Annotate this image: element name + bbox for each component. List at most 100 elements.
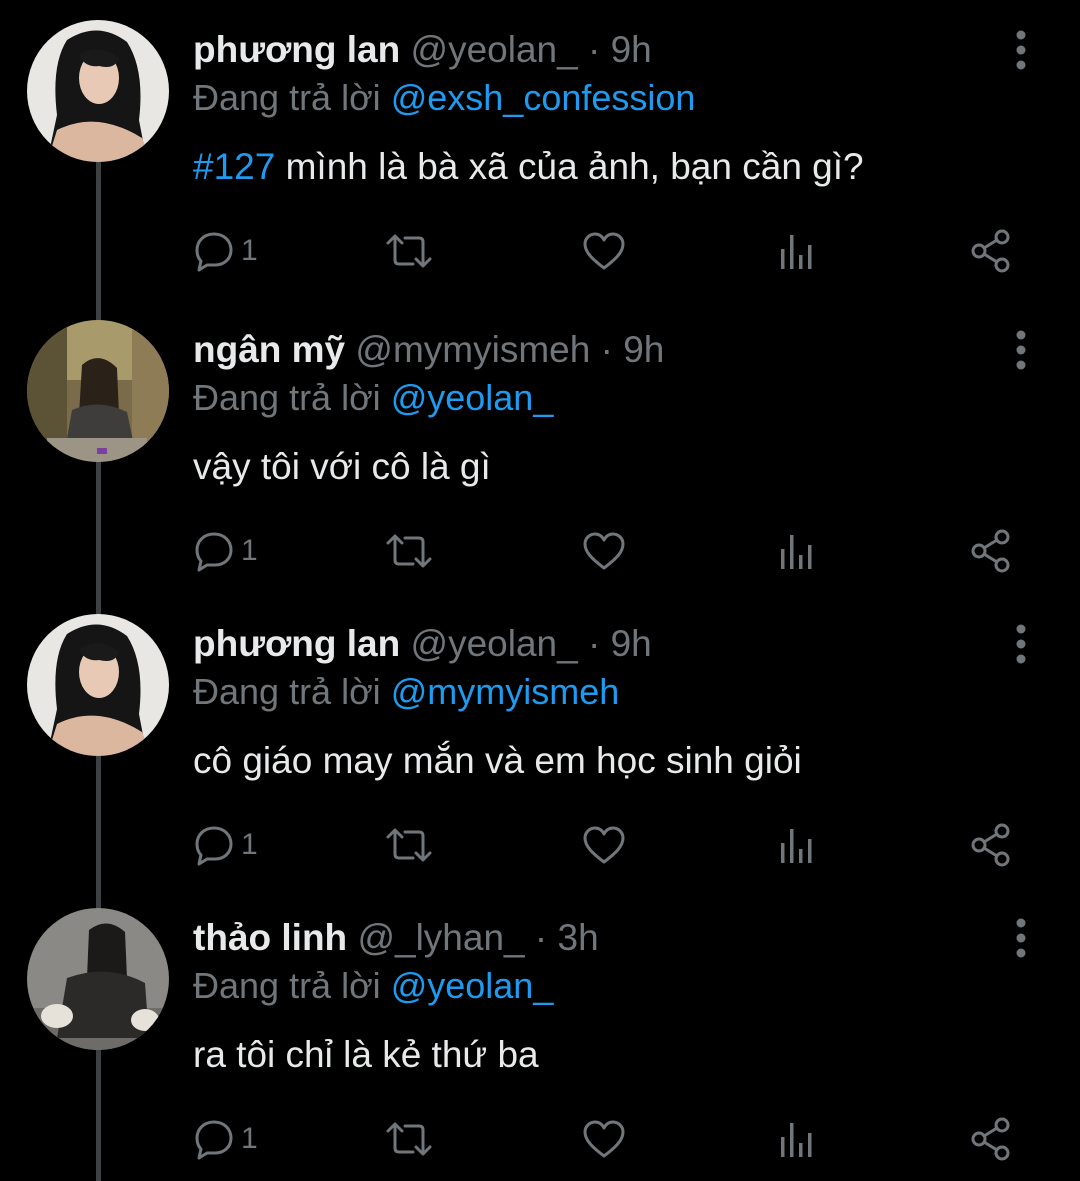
analytics-button[interactable] <box>778 226 816 276</box>
mention-link[interactable]: @exsh_confession <box>391 77 696 118</box>
reply-count: 1 <box>241 1122 258 1155</box>
reply-count: 1 <box>241 534 258 567</box>
share-icon <box>971 823 1010 867</box>
more-options-button[interactable] <box>1006 328 1036 372</box>
more-vertical-icon <box>1016 30 1026 70</box>
action-bar: 1 <box>0 820 1080 870</box>
reply-button[interactable]: 1 <box>193 526 258 576</box>
analytics-icon <box>781 235 812 269</box>
separator-dot: · <box>587 623 601 664</box>
user-handle[interactable]: @yeolan_ <box>411 29 578 70</box>
action-bar: 1 <box>0 526 1080 576</box>
avatar[interactable] <box>27 20 169 162</box>
more-options-button[interactable] <box>1006 28 1036 72</box>
retweet-icon <box>386 534 432 568</box>
share-icon <box>971 229 1010 273</box>
analytics-button[interactable] <box>778 1114 816 1164</box>
tweet-text: vậy tôi với cô là gì <box>193 442 491 492</box>
action-bar: 1 <box>0 226 1080 276</box>
retweet-icon <box>386 1122 432 1156</box>
display-name[interactable]: phương lan <box>193 29 400 70</box>
retweet-button[interactable] <box>385 526 433 576</box>
separator-dot: · <box>534 917 548 958</box>
analytics-icon <box>781 1123 812 1157</box>
avatar[interactable] <box>27 908 169 1050</box>
more-vertical-icon <box>1016 918 1026 958</box>
share-button[interactable] <box>970 1114 1012 1164</box>
tweet-text-content: vậy tôi với cô là gì <box>193 446 491 487</box>
timestamp[interactable]: 3h <box>558 917 599 958</box>
analytics-button[interactable] <box>778 820 816 870</box>
reply-icon <box>195 232 233 272</box>
replying-to: Đang trả lời @exsh_confession <box>193 74 695 122</box>
reply-button[interactable]: 1 <box>193 1114 258 1164</box>
user-handle[interactable]: @_lyhan_ <box>357 917 524 958</box>
mention-link[interactable]: @mymyismeh <box>391 671 620 712</box>
separator-dot: · <box>600 329 613 370</box>
user-handle[interactable]: @yeolan_ <box>411 623 578 664</box>
timestamp[interactable]: 9h <box>611 29 652 70</box>
share-button[interactable] <box>970 526 1012 576</box>
more-vertical-icon <box>1016 624 1026 664</box>
separator-dot: · <box>587 29 601 70</box>
replying-prefix: Đang trả lời <box>193 671 381 712</box>
more-options-button[interactable] <box>1006 916 1036 960</box>
mention-link[interactable]: @yeolan_ <box>391 377 554 418</box>
tweet-header: ngân mỹ @mymyismeh · 9h <box>193 326 664 374</box>
like-button[interactable] <box>582 526 626 576</box>
reply-button[interactable]: 1 <box>193 226 258 276</box>
tweet-header: thảo linh @_lyhan_ · 3h <box>193 914 599 962</box>
retweet-button[interactable] <box>385 226 433 276</box>
like-icon <box>583 1120 625 1158</box>
share-button[interactable] <box>970 226 1012 276</box>
tweet-header: phương lan @yeolan_ · 9h <box>193 26 652 74</box>
share-button[interactable] <box>970 820 1012 870</box>
tweet-text-content: ra tôi chỉ là kẻ thứ ba <box>193 1034 539 1075</box>
like-button[interactable] <box>582 1114 626 1164</box>
retweet-icon <box>386 234 432 268</box>
analytics-icon <box>781 535 812 569</box>
avatar[interactable] <box>27 614 169 756</box>
replying-prefix: Đang trả lời <box>193 77 381 118</box>
retweet-button[interactable] <box>385 1114 433 1164</box>
analytics-icon <box>781 829 812 863</box>
retweet-icon <box>386 828 432 862</box>
action-bar: 1 <box>0 1114 1080 1164</box>
replying-prefix: Đang trả lời <box>193 377 381 418</box>
reply-icon <box>195 1120 233 1160</box>
share-icon <box>971 1117 1010 1161</box>
display-name[interactable]: phương lan <box>193 623 400 664</box>
display-name[interactable]: thảo linh <box>193 917 347 958</box>
share-icon <box>971 529 1010 573</box>
replying-prefix: Đang trả lời <box>193 965 381 1006</box>
tweet-text: ra tôi chỉ là kẻ thứ ba <box>193 1030 539 1080</box>
mention-link[interactable]: @yeolan_ <box>391 965 554 1006</box>
reply-icon <box>195 826 233 866</box>
more-options-button[interactable] <box>1006 622 1036 666</box>
tweet-text-content: mình là bà xã của ảnh, bạn cần gì? <box>275 146 864 187</box>
retweet-button[interactable] <box>385 820 433 870</box>
hashtag-link[interactable]: #127 <box>193 146 275 187</box>
reply-count: 1 <box>241 828 258 861</box>
replying-to: Đang trả lời @yeolan_ <box>193 962 553 1010</box>
analytics-button[interactable] <box>778 526 816 576</box>
like-button[interactable] <box>582 226 626 276</box>
display-name[interactable]: ngân mỹ <box>193 329 345 370</box>
avatar[interactable] <box>27 320 169 462</box>
like-icon <box>583 232 625 270</box>
timestamp[interactable]: 9h <box>623 329 664 370</box>
reply-button[interactable]: 1 <box>193 820 258 870</box>
user-handle[interactable]: @mymyismeh <box>355 329 590 370</box>
tweet-text: cô giáo may mắn và em học sinh giỏi <box>193 736 802 786</box>
reply-count: 1 <box>241 234 258 267</box>
reply-icon <box>195 532 233 572</box>
tweet-header: phương lan @yeolan_ · 9h <box>193 620 652 668</box>
like-icon <box>583 826 625 864</box>
tweet-text-content: cô giáo may mắn và em học sinh giỏi <box>193 740 802 781</box>
tweet-text: #127 mình là bà xã của ảnh, bạn cần gì? <box>193 142 864 192</box>
replying-to: Đang trả lời @mymyismeh <box>193 668 619 716</box>
timestamp[interactable]: 9h <box>611 623 652 664</box>
like-button[interactable] <box>582 820 626 870</box>
like-icon <box>583 532 625 570</box>
replying-to: Đang trả lời @yeolan_ <box>193 374 553 422</box>
